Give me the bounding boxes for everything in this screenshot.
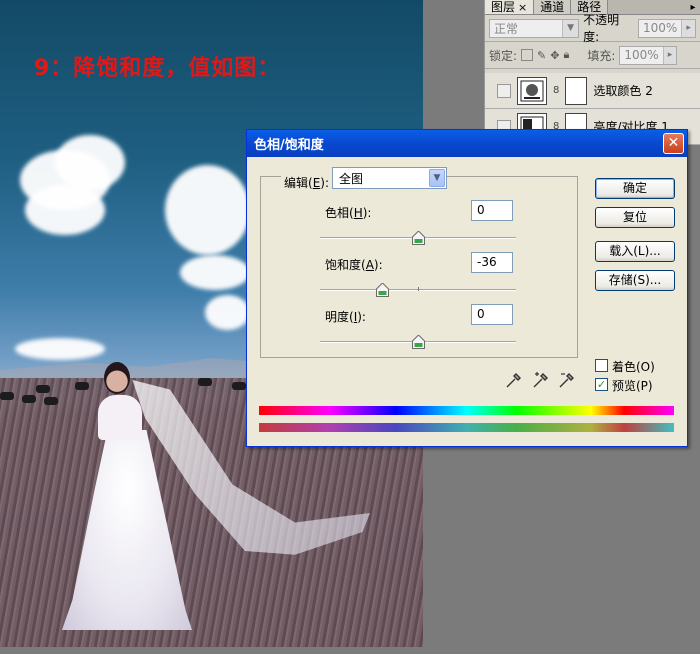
chevron-down-icon: ▼ <box>562 19 579 37</box>
cloud <box>25 185 105 235</box>
saturation-slider-thumb[interactable] <box>376 283 390 297</box>
lightness-label: 明度(I): <box>325 310 366 324</box>
panel-menu-icon[interactable]: ▸ <box>686 0 700 14</box>
lock-move-icon[interactable]: ✥ <box>550 49 559 62</box>
bride-head <box>104 362 130 394</box>
chevron-right-icon: ▸ <box>681 19 695 37</box>
preview-checkbox[interactable]: ✓ <box>595 378 608 391</box>
close-icon[interactable]: × <box>518 1 527 14</box>
dialog-title: 色相/饱和度 <box>254 138 324 153</box>
cow <box>75 382 89 390</box>
output-hue-bar <box>259 423 674 432</box>
cow <box>44 397 58 405</box>
eyedropper-subtract-icon[interactable] <box>558 371 576 389</box>
cloud <box>205 295 250 330</box>
edit-channel-select[interactable]: 全图 ▼ <box>332 167 447 189</box>
cloud <box>15 338 105 360</box>
lock-row: 锁定: ✎ ✥ 🔒︎ 填充: 100% ▸ <box>485 42 700 68</box>
cow <box>232 382 246 390</box>
chevron-down-icon: ▼ <box>429 169 445 187</box>
opacity-field[interactable]: 100% ▸ <box>638 18 696 38</box>
caption-text: 9：降饱和度，值如图： <box>34 56 281 81</box>
adjustment-group <box>260 176 578 358</box>
fill-label: 填充: <box>587 48 616 63</box>
cloud <box>180 255 250 290</box>
lock-paint-icon[interactable]: ✎ <box>537 49 546 62</box>
cow <box>36 385 50 393</box>
layer-row[interactable]: 8 选取颜色 2 <box>485 73 700 109</box>
saturation-center-tick <box>418 287 419 291</box>
link-icon[interactable]: 8 <box>553 85 559 96</box>
chevron-right-icon: ▸ <box>662 46 677 64</box>
adjustment-layer-icon <box>517 76 547 105</box>
hue-label: 色相(H): <box>325 206 372 220</box>
fill-field[interactable]: 100% ▸ <box>619 45 678 65</box>
saturation-label: 饱和度(A): <box>325 258 383 272</box>
lock-label: 锁定: <box>489 48 518 63</box>
lightness-input[interactable]: 0 <box>471 304 513 325</box>
reset-button[interactable]: 复位 <box>595 207 675 228</box>
layer-name: 选取颜色 2 <box>593 84 653 98</box>
colorize-checkbox[interactable] <box>595 359 608 372</box>
cow <box>198 378 212 386</box>
eyedropper-icon[interactable] <box>505 371 523 389</box>
cow <box>22 395 36 403</box>
colorize-label[interactable]: 着色(O) <box>612 358 655 375</box>
hue-slider-thumb[interactable] <box>411 231 425 245</box>
visibility-toggle[interactable] <box>497 83 511 98</box>
cloud <box>55 135 125 190</box>
tab-channels[interactable]: 通道 <box>534 0 572 14</box>
opacity-label: 不透明度: <box>583 13 620 44</box>
blend-row: 正常 ▼ 不透明度: 100% ▸ <box>485 13 700 44</box>
lock-all-icon[interactable]: 🔒︎ <box>563 48 569 62</box>
lock-transparency-icon[interactable] <box>521 49 534 61</box>
layer-mask-thumbnail[interactable] <box>565 76 588 105</box>
saturation-input[interactable]: -36 <box>471 252 513 273</box>
input-hue-bar <box>259 406 674 415</box>
dialog-titlebar[interactable]: 色相/饱和度 <box>247 130 687 157</box>
ok-button[interactable]: 确定 <box>595 178 675 199</box>
blend-mode-select[interactable]: 正常 ▼ <box>489 18 580 38</box>
cloud <box>165 165 250 255</box>
eyedropper-add-icon[interactable] <box>532 371 550 389</box>
cow <box>0 392 14 400</box>
load-button[interactable]: 载入(L)... <box>595 241 675 262</box>
lightness-slider-thumb[interactable] <box>411 335 425 349</box>
preview-label[interactable]: 预览(P) <box>612 377 653 394</box>
hue-input[interactable]: 0 <box>471 200 513 221</box>
hue-saturation-dialog: 色相/饱和度 ✕ 编辑(E): 全图 ▼ 色相(H): 0 饱和度(A): -3… <box>246 129 688 447</box>
close-button[interactable]: ✕ <box>663 133 684 154</box>
layers-panel: 图层 × 通道 路径 ▸ 正常 ▼ 不透明度: 100% ▸ 锁定: ✎ ✥ 🔒︎ 填… <box>484 0 700 145</box>
tab-layers[interactable]: 图层 × <box>485 0 535 14</box>
save-button[interactable]: 存储(S)... <box>595 270 675 291</box>
edit-label: 编辑(E): <box>281 174 333 191</box>
bride-bodice <box>98 395 142 440</box>
